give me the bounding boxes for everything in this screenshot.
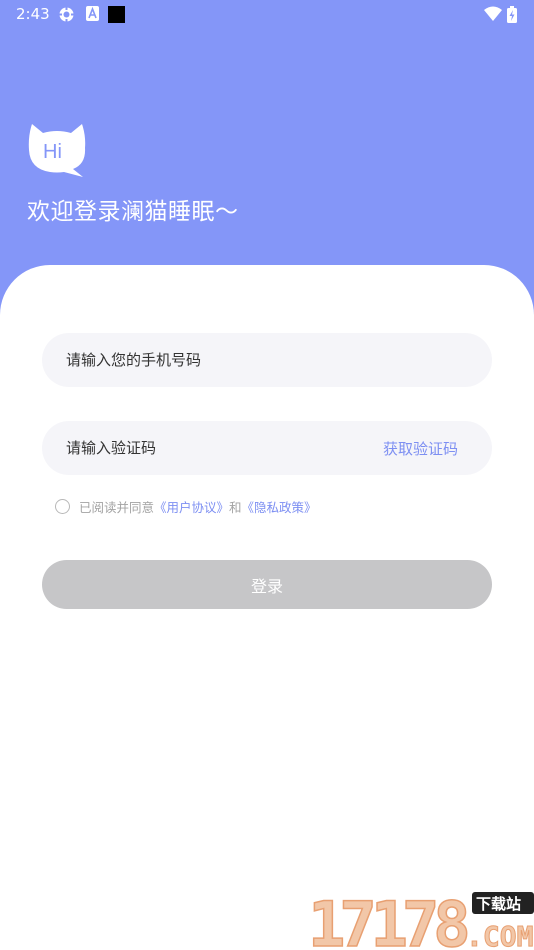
privacy-policy-link[interactable]: 《隐私政策》	[242, 497, 317, 516]
watermark-suffix: .COM	[466, 920, 533, 950]
phone-field	[42, 333, 492, 387]
wifi-icon	[484, 6, 502, 21]
site-watermark: 17178 下载站 .COM	[308, 887, 534, 950]
code-field: 获取验证码	[42, 421, 492, 475]
agree-and: 和	[229, 499, 242, 515]
status-bar: 2:43	[0, 0, 534, 28]
hi-cat-logo: Hi	[28, 124, 86, 177]
login-button[interactable]: 登录	[42, 560, 492, 609]
phone-input[interactable]	[66, 333, 466, 387]
get-code-button[interactable]: 获取验证码	[383, 438, 458, 459]
watermark-text: 17178	[308, 888, 467, 950]
font-a-icon	[86, 6, 99, 21]
user-agreement-link[interactable]: 《用户协议》	[154, 497, 229, 516]
black-square-icon	[108, 6, 125, 23]
welcome-title: 欢迎登录澜猫睡眠～	[27, 199, 239, 225]
settings-gear-icon	[59, 7, 74, 22]
battery-charging-icon	[507, 6, 517, 23]
login-button-label: 登录	[250, 576, 283, 596]
logo-text: Hi	[43, 141, 62, 163]
agree-prefix: 已阅读并同意	[79, 499, 155, 515]
status-time: 2:43	[16, 5, 50, 23]
agree-checkbox[interactable]	[55, 498, 70, 514]
agreement-row: 已阅读并同意 《用户协议》 和 《隐私政策》	[55, 496, 317, 516]
watermark-badge: 下载站	[476, 895, 521, 913]
code-input[interactable]	[66, 421, 346, 475]
